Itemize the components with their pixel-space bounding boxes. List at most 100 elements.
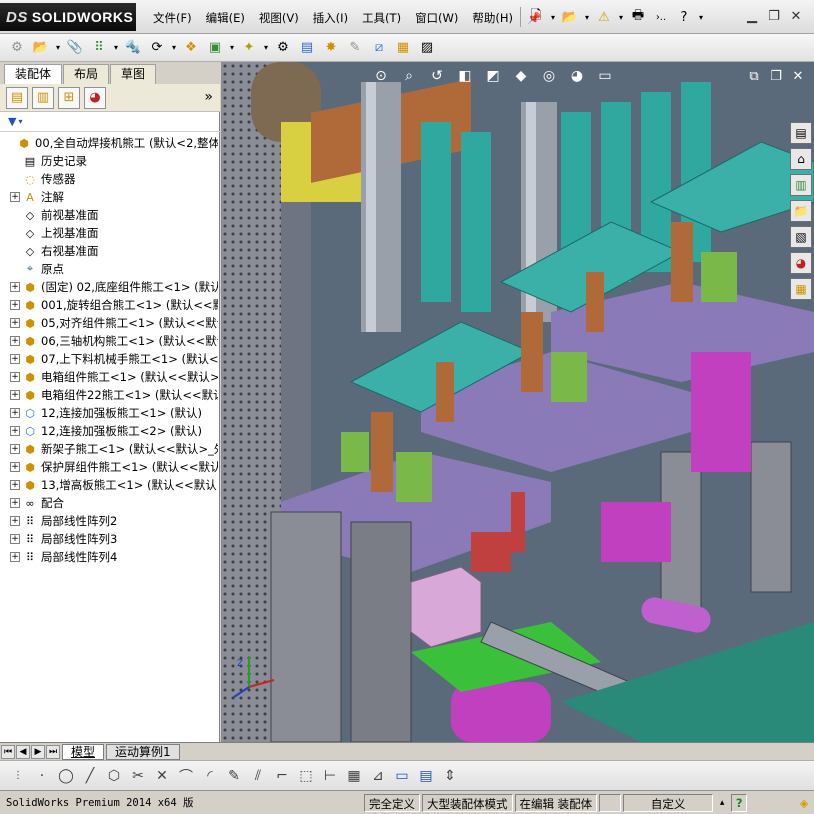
dropdown-arrow-icon[interactable]: ▾ — [228, 37, 236, 59]
view-palette-icon[interactable]: ▧ — [790, 226, 812, 248]
hide-show-items-icon[interactable]: ◎ — [539, 66, 559, 86]
relations-icon[interactable]: ⊿ — [368, 766, 388, 786]
tab-layout[interactable]: 布局 — [63, 64, 110, 84]
notification-icon[interactable]: ◈ — [794, 794, 814, 812]
tree-item[interactable]: ⬢ 00,全自动焊接机熊工 (默认<2,整体 — [0, 134, 218, 152]
extend-icon[interactable]: ✕ — [152, 766, 172, 786]
tree-item[interactable]: + ⬢ 06,三轴机构熊工<1> (默认<<默认 — [0, 332, 218, 350]
tab-assembly[interactable]: 装配体 — [4, 64, 63, 84]
offset-icon[interactable]: ⌒ — [176, 766, 196, 786]
clearance-verification-icon[interactable]: ▦ — [392, 37, 414, 59]
solidworks-resources-icon[interactable]: ▤ — [790, 122, 812, 144]
smart-fasteners-icon[interactable]: 🔩 — [122, 37, 144, 59]
expand-toggle-icon[interactable]: + — [10, 408, 20, 418]
dropdown-arrow-icon[interactable]: ▾ — [170, 37, 178, 59]
dropdown-arrow-icon[interactable]: ▾ — [617, 7, 625, 27]
expand-toggle-icon[interactable]: + — [10, 336, 20, 346]
expand-toggle-icon[interactable]: + — [10, 372, 20, 382]
line-icon[interactable]: ╱ — [80, 766, 100, 786]
configuration-manager-icon[interactable]: ⊞ — [58, 86, 80, 109]
expand-toggle-icon[interactable]: + — [10, 192, 20, 202]
prev-tab-icon[interactable]: ◀ — [16, 744, 30, 759]
edit-appearance-icon[interactable]: ◕ — [567, 66, 587, 86]
menu-help[interactable]: 帮助(H) — [465, 9, 520, 27]
instant3d-icon[interactable]: ▨ — [416, 37, 438, 59]
tree-item[interactable]: + ⬢ 保护屏组件熊工<1> (默认<<默认 — [0, 458, 218, 476]
convert-entities-icon[interactable]: ✎ — [224, 766, 244, 786]
menu-tools[interactable]: 工具(T) — [355, 9, 408, 27]
tree-item[interactable]: + ⠿ 局部线性阵列4 — [0, 548, 218, 566]
interference-detection-icon[interactable]: ⧄ — [368, 37, 390, 59]
tree-item[interactable]: ◇ 上视基准面 — [0, 224, 218, 242]
tree-item[interactable]: ◌ 传感器 — [0, 170, 218, 188]
mate-icon[interactable]: 📎 — [64, 37, 86, 59]
sketch-fillet-icon[interactable]: ◜ — [200, 766, 220, 786]
next-tab-icon[interactable]: ▶ — [31, 744, 45, 759]
open-folder-icon[interactable]: 📂 — [560, 7, 580, 27]
viewport-tile-icon[interactable]: ⧉ — [746, 68, 762, 84]
overflow-icon[interactable]: ›.. — [651, 7, 671, 27]
expand-toggle-icon[interactable]: + — [10, 318, 20, 328]
expand-toggle-icon[interactable]: + — [10, 444, 20, 454]
menu-file[interactable]: 文件(F) — [146, 9, 199, 27]
new-document-icon[interactable]: 🗋 — [526, 7, 546, 27]
tree-item[interactable]: + ⬢ (固定) 02,底座组件熊工<1> (默认 — [0, 278, 218, 296]
home-icon[interactable]: ⌂ — [790, 148, 812, 170]
dimension-icon[interactable]: ⊢ — [320, 766, 340, 786]
design-library-icon[interactable]: ▥ — [790, 174, 812, 196]
view-orientation-icon[interactable]: ◩ — [483, 66, 503, 86]
tab-motion-study[interactable]: 运动算例1 — [106, 743, 180, 760]
close-icon[interactable]: ✕ — [788, 8, 804, 24]
linear-pattern-icon[interactable]: ⠿ — [88, 37, 110, 59]
viewport-restore-icon[interactable]: ❐ — [768, 68, 784, 84]
expand-toggle-icon[interactable]: + — [10, 426, 20, 436]
appearances-scenes-icon[interactable]: ◕ — [790, 252, 812, 274]
centerline-icon[interactable]: ⌐ — [272, 766, 292, 786]
explode-line-sketch-icon[interactable]: ✎ — [344, 37, 366, 59]
tree-item[interactable]: + ⬢ 07,上下料机械手熊工<1> (默认< — [0, 350, 218, 368]
restore-icon[interactable]: ❐ — [766, 8, 782, 24]
first-tab-icon[interactable]: ⏮ — [1, 744, 15, 759]
point-icon[interactable]: · — [32, 766, 52, 786]
rectangle-icon[interactable]: ⬚ — [296, 766, 316, 786]
tree-item[interactable]: + A 注解 — [0, 188, 218, 206]
new-motion-study-icon[interactable]: ⚙ — [272, 37, 294, 59]
solidworks-logo[interactable]: DS SOLIDWORKS — [0, 3, 136, 31]
tab-sketch[interactable]: 草图 — [110, 64, 157, 84]
tab-model[interactable]: 模型 — [62, 743, 105, 760]
mirror-icon[interactable]: ⫽ — [248, 766, 268, 786]
edit-component-icon[interactable]: ⚙ — [6, 37, 28, 59]
rebuild-warning-icon[interactable]: ⚠ — [594, 7, 614, 27]
graphics-viewport[interactable]: ⊙ ⌕ ↺ ◧ ◩ ◆ ◎ ◕ ▭ ⧉ ❐ ✕ ▤ ⌂ ▥ 📁 ▧ ◕ ▦ Z — [221, 62, 814, 742]
dropdown-arrow-icon[interactable]: ▾ — [54, 37, 62, 59]
tree-item[interactable]: + ⬢ 001,旋转组合熊工<1> (默认<<默 — [0, 296, 218, 314]
last-tab-icon[interactable]: ⏭ — [46, 744, 60, 759]
tree-item[interactable]: ◇ 前视基准面 — [0, 206, 218, 224]
tree-item[interactable]: ⌖ 原点 — [0, 260, 218, 278]
unit-dropdown-icon[interactable]: ▴ — [715, 794, 729, 812]
custom-properties-icon[interactable]: ▦ — [790, 278, 812, 300]
menu-insert[interactable]: 插入(I) — [306, 9, 355, 27]
reference-geometry-icon[interactable]: ✦ — [238, 37, 260, 59]
tree-item[interactable]: + ⬢ 13,增高板熊工<1> (默认<<默认> — [0, 476, 218, 494]
dropdown-arrow-icon[interactable]: ▾ — [18, 117, 22, 126]
dropdown-arrow-icon[interactable]: ▾ — [697, 7, 705, 27]
show-hidden-icon[interactable]: ❖ — [180, 37, 202, 59]
expand-toggle-icon[interactable]: + — [10, 498, 20, 508]
expand-toggle-icon[interactable]: + — [10, 534, 20, 544]
dropdown-arrow-icon[interactable]: ▾ — [583, 7, 591, 27]
tree-item[interactable]: + ⬢ 电箱组件熊工<1> (默认<<默认>_ — [0, 368, 218, 386]
expand-panel-icon[interactable]: » — [204, 89, 213, 105]
file-explorer-icon[interactable]: 📁 — [790, 200, 812, 222]
tree-item[interactable]: + ⠿ 局部线性阵列2 — [0, 512, 218, 530]
filter-icon[interactable]: ▼ — [8, 115, 16, 128]
appearance-manager-icon[interactable]: ◕ — [84, 86, 106, 109]
previous-view-icon[interactable]: ↺ — [427, 66, 447, 86]
tree-item[interactable]: + ⬢ 新架子熊工<1> (默认<<默认>_外 — [0, 440, 218, 458]
table-icon[interactable]: ▤ — [416, 766, 436, 786]
help-icon[interactable]: ? — [731, 793, 748, 812]
expand-toggle-icon[interactable]: + — [10, 552, 20, 562]
unit-system[interactable]: 自定义 — [623, 793, 714, 812]
feature-manager-tree-icon[interactable]: ▤ — [6, 86, 28, 109]
display-style-icon[interactable]: ◆ — [511, 66, 531, 86]
